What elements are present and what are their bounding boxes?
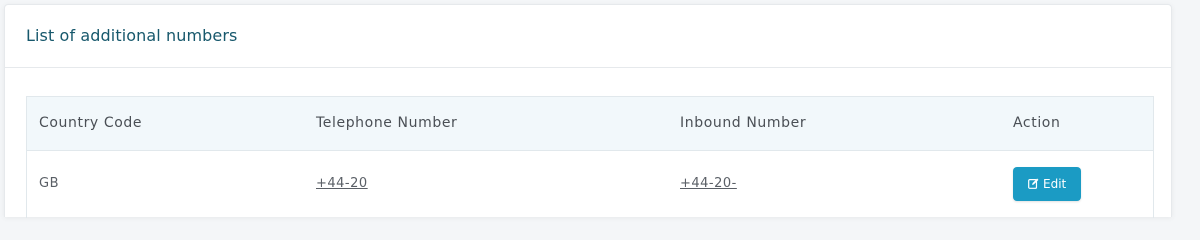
edit-icon (1028, 178, 1039, 189)
panel-header: List of additional numbers (5, 5, 1171, 68)
cell-country-code: GB (39, 176, 59, 191)
telephone-number-link[interactable]: +44-20 (316, 176, 368, 191)
cell-action: Edit (1001, 150, 1153, 217)
column-header-action: Action (1001, 97, 1153, 151)
table-header-row: Country Code Telephone Number Inbound Nu… (27, 97, 1153, 151)
column-header-country-code: Country Code (27, 97, 304, 151)
additional-numbers-table: Country Code Telephone Number Inbound Nu… (27, 97, 1153, 217)
column-header-inbound-number: Inbound Number (668, 97, 1001, 151)
table-row: GB +44-20 +44-20- Edit (27, 150, 1153, 217)
edit-button-label: Edit (1043, 176, 1067, 191)
inbound-number-link[interactable]: +44-20- (680, 176, 737, 191)
cell-telephone-number: +44-20 (304, 150, 668, 217)
cell-inbound-number: +44-20- (668, 150, 1001, 217)
additional-numbers-panel: List of additional numbers Country Code … (4, 4, 1172, 218)
additional-numbers-table-container: Country Code Telephone Number Inbound Nu… (26, 96, 1154, 218)
edit-button[interactable]: Edit (1013, 166, 1082, 201)
column-header-telephone-number: Telephone Number (304, 97, 668, 151)
panel-title: List of additional numbers (26, 26, 238, 45)
